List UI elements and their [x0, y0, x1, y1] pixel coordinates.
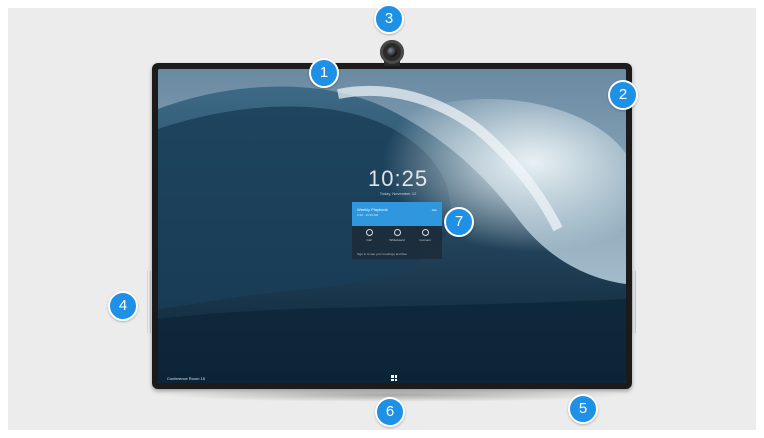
device-frame: 10:25 Today, November 12 Weekly Playbook…: [152, 63, 632, 389]
connect-button[interactable]: Connect: [411, 229, 439, 247]
right-handle: [632, 270, 636, 334]
room-name: Conference Room 15: [167, 376, 206, 381]
callout-6: 6: [375, 397, 405, 427]
connect-icon: [421, 229, 429, 236]
callout-7: 7: [444, 207, 474, 237]
call-button[interactable]: Call: [355, 229, 383, 247]
join-button[interactable]: Join: [431, 208, 437, 212]
meeting-card[interactable]: Weekly Playbook 9:30 - 10:30 AM Join Cal…: [352, 202, 442, 259]
camera-lens-icon: [387, 47, 397, 57]
sign-in-link[interactable]: Sign in to see your meetings and files: [357, 252, 407, 256]
meeting-time: 9:30 - 10:30 AM: [357, 213, 379, 217]
left-handle: [147, 270, 151, 334]
call-icon: [365, 229, 373, 236]
lock-screen-date: Today, November 12: [379, 191, 417, 196]
meeting-title: Weekly Playbook: [357, 207, 388, 212]
callout-1: 1: [309, 58, 339, 88]
callout-2: 2: [608, 80, 638, 110]
whiteboard-button[interactable]: Whiteboard: [383, 229, 411, 247]
callout-4: 4: [108, 291, 138, 321]
lock-screen-time: 10:25: [368, 166, 429, 191]
call-label: Call: [366, 238, 372, 242]
callout-3: 3: [374, 4, 404, 34]
display-screen[interactable]: 10:25 Today, November 12 Weekly Playbook…: [158, 69, 626, 383]
whiteboard-label: Whiteboard: [389, 238, 405, 242]
camera: [380, 40, 404, 64]
connect-label: Connect: [419, 238, 431, 242]
whiteboard-icon: [393, 229, 401, 236]
callout-5: 5: [568, 394, 598, 424]
windows-start-icon[interactable]: [391, 375, 397, 381]
meeting-card-header[interactable]: Weekly Playbook 9:30 - 10:30 AM Join: [352, 202, 442, 226]
